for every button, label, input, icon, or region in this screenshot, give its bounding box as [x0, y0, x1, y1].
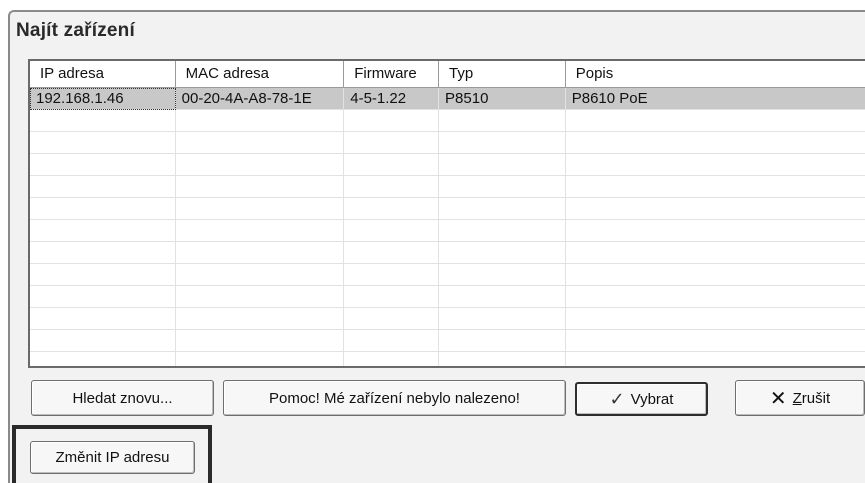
empty-row [30, 154, 865, 176]
cell-ip: 192.168.1.46 [30, 88, 176, 110]
find-device-dialog: Najít zařízení IP adresa MAC adresa Firm… [8, 10, 865, 483]
column-header-mac[interactable]: MAC adresa [176, 61, 345, 87]
cell-mac: 00-20-4A-A8-78-1E [176, 88, 345, 110]
column-header-firmware[interactable]: Firmware [344, 61, 440, 87]
empty-row [30, 352, 865, 366]
select-button-label: Vybrat [630, 390, 674, 408]
empty-row [30, 286, 865, 308]
empty-row [30, 198, 865, 220]
cancel-button-label: Zrušit [792, 389, 831, 407]
search-again-button[interactable]: Hledat znovu... [31, 380, 214, 416]
column-header-type[interactable]: Typ [439, 61, 566, 87]
cell-description: P8610 PoE [566, 88, 865, 110]
empty-row [30, 264, 865, 286]
empty-row [30, 132, 865, 154]
empty-row [30, 242, 865, 264]
column-header-description[interactable]: Popis [566, 61, 865, 87]
table-row[interactable]: 192.168.1.46 00-20-4A-A8-78-1E 4-5-1.22 … [30, 88, 865, 110]
device-list[interactable]: IP adresa MAC adresa Firmware Typ Popis … [28, 59, 865, 368]
cell-firmware: 4-5-1.22 [344, 88, 440, 110]
empty-row [30, 330, 865, 352]
change-ip-button[interactable]: Změnit IP adresu [30, 441, 195, 474]
empty-row [30, 176, 865, 198]
list-rows: 192.168.1.46 00-20-4A-A8-78-1E 4-5-1.22 … [30, 88, 865, 366]
x-icon: ✕ [769, 387, 787, 410]
empty-row [30, 110, 865, 132]
column-header-ip[interactable]: IP adresa [30, 61, 176, 87]
empty-row [30, 308, 865, 330]
cell-type: P8510 [439, 88, 566, 110]
check-icon: ✓ [609, 388, 625, 409]
list-header: IP adresa MAC adresa Firmware Typ Popis [30, 61, 865, 88]
cancel-button[interactable]: ✕ Zrušit [735, 380, 865, 416]
dialog-title: Najít zařízení [16, 20, 135, 41]
empty-row [30, 220, 865, 242]
device-not-found-help-button[interactable]: Pomoc! Mé zařízení nebylo nalezeno! [223, 380, 566, 416]
select-button[interactable]: ✓ Vybrat [575, 382, 708, 416]
